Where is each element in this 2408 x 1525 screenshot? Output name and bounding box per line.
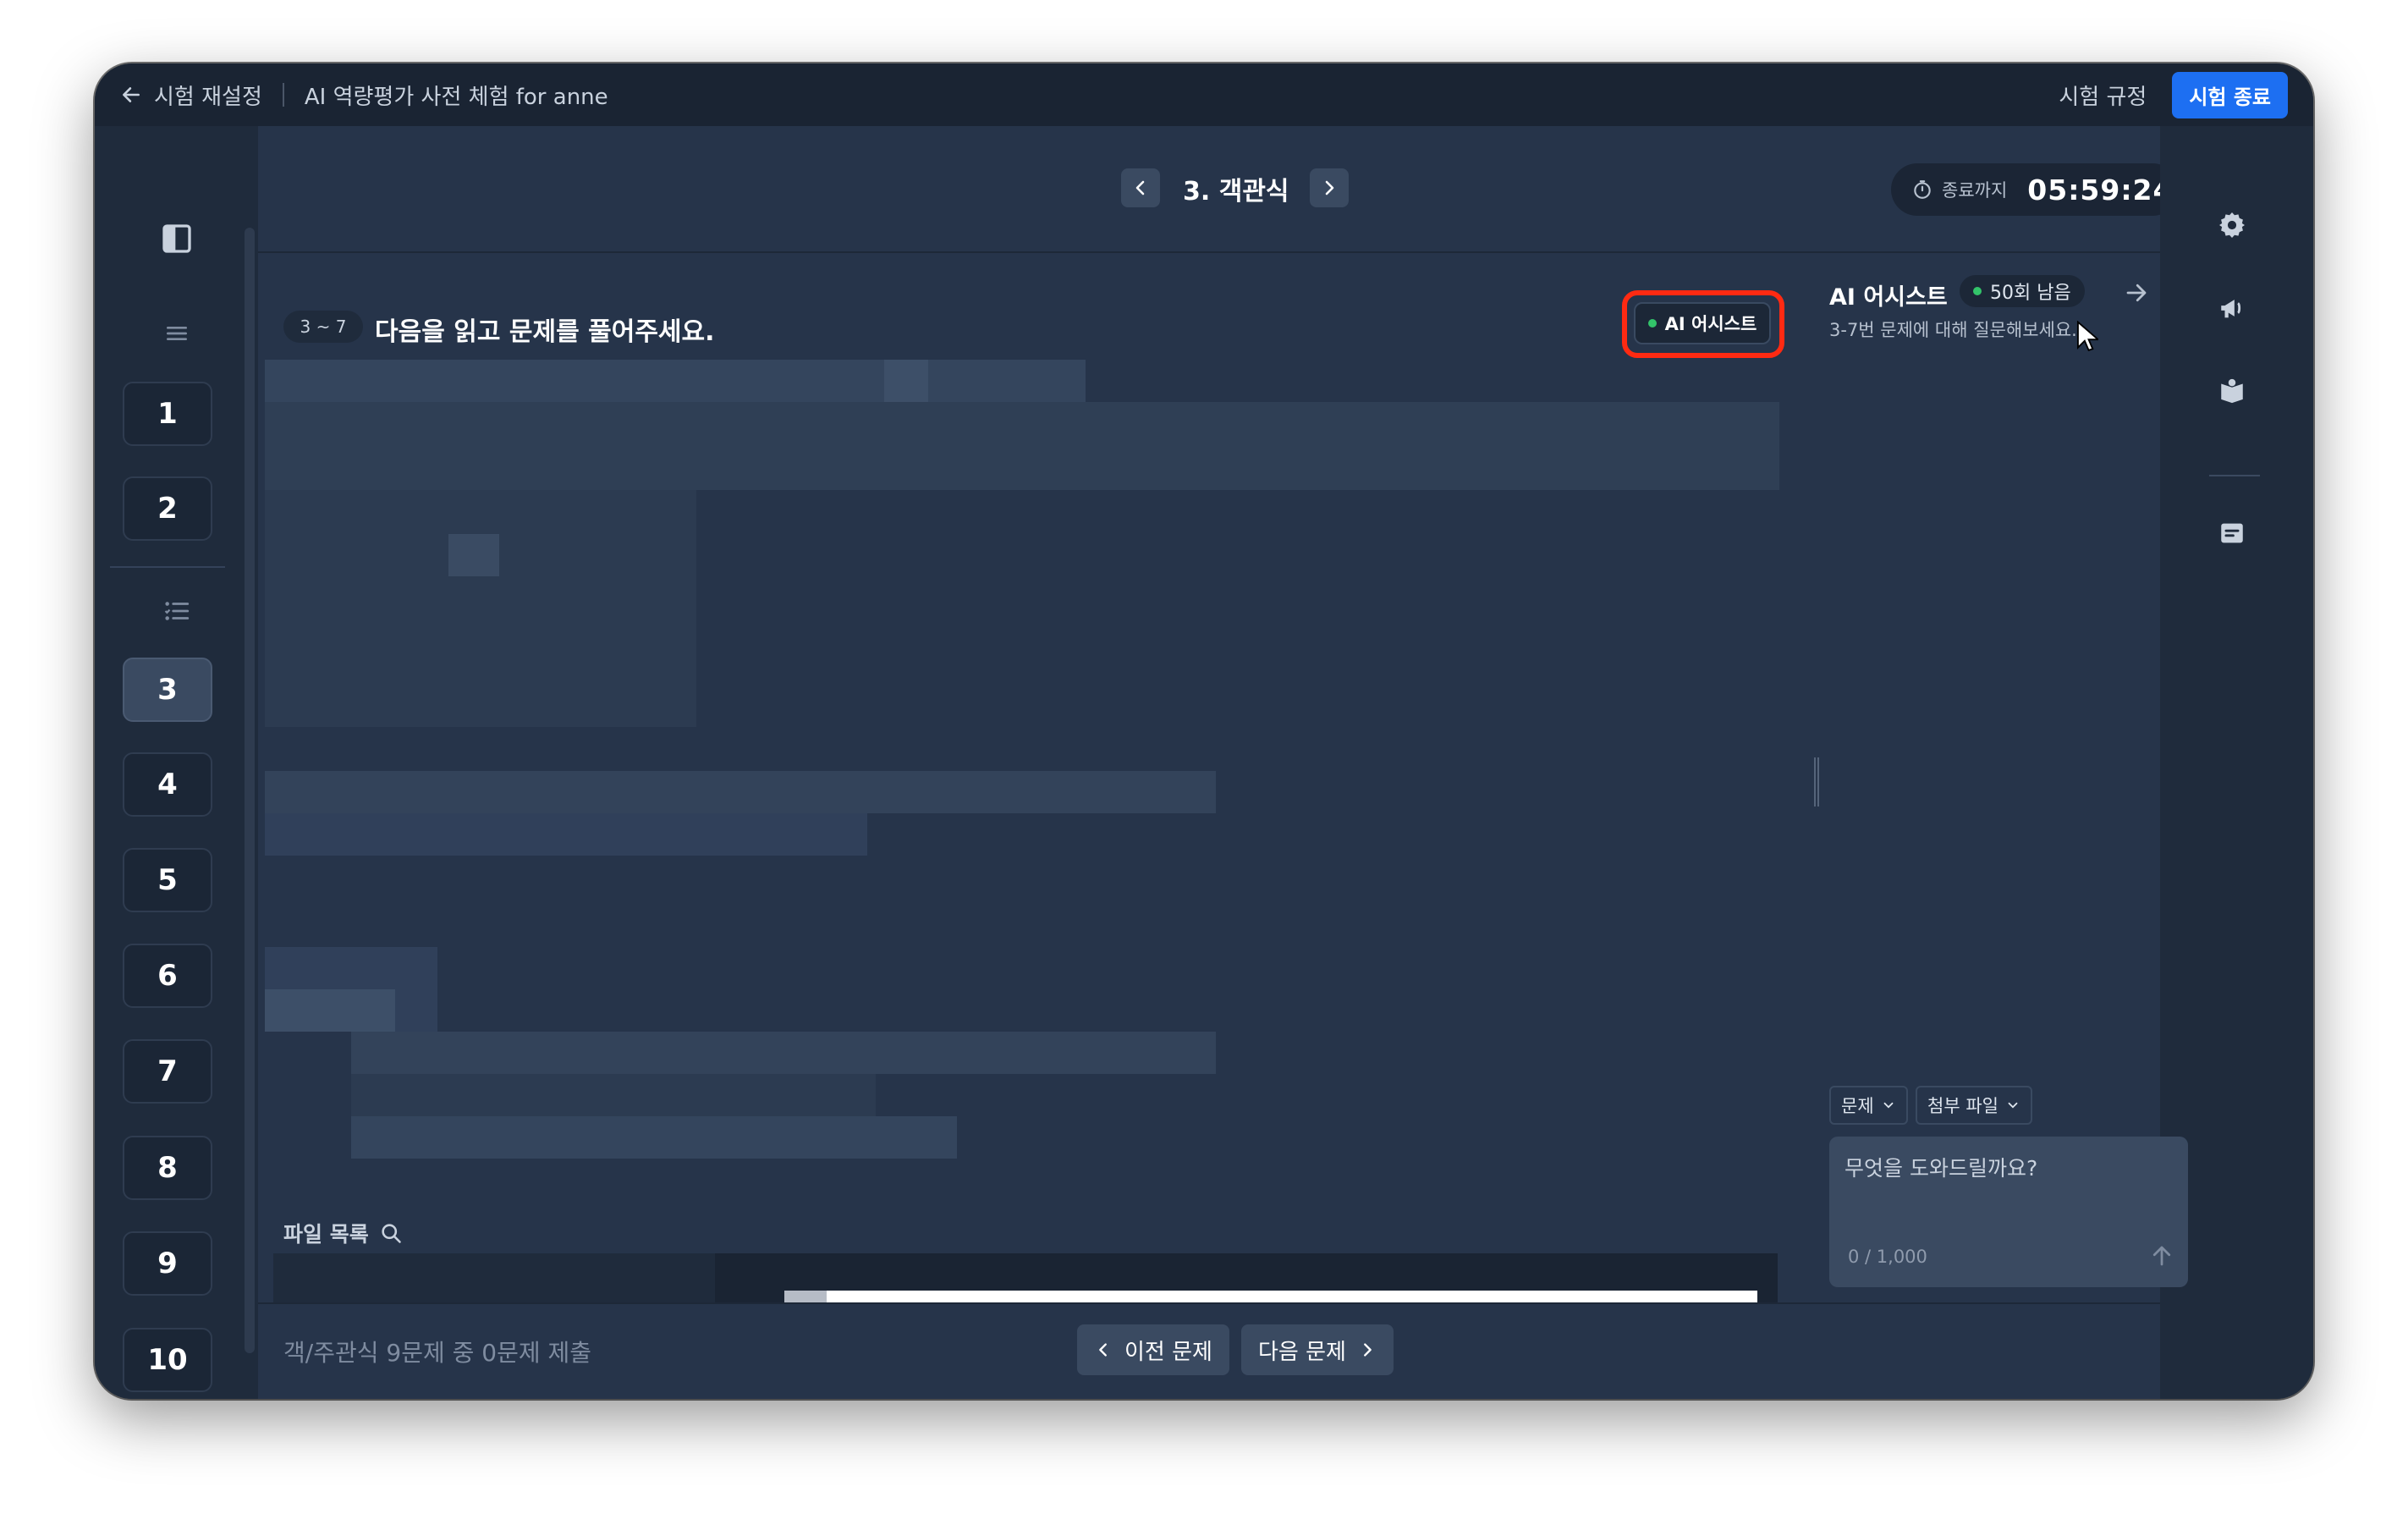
chevron-down-icon	[2008, 1102, 2018, 1109]
guide-book-icon[interactable]	[2213, 372, 2251, 410]
sidebar-toggle-icon[interactable]	[157, 219, 196, 258]
question-item-1[interactable]: 1	[123, 382, 212, 446]
arrow-left-icon	[123, 87, 140, 102]
chevron-down-icon	[1883, 1102, 1894, 1109]
arrow-right-icon[interactable]	[2124, 280, 2149, 306]
prev-question-arrow[interactable]	[1121, 168, 1160, 207]
question-header: 3. 객관식 종료까지 05:59:24	[258, 126, 2179, 253]
next-question-arrow[interactable]	[1310, 168, 1349, 207]
reset-exam-link[interactable]: 시험 재설정	[120, 80, 262, 111]
app-window: 시험 재설정 AI 역량평가 사전 체험 for anne 시험 규정 시험 종…	[95, 63, 2313, 1399]
question-sidebar: 1 2 3 4 5 6 7 8 9 10 11	[95, 126, 258, 1399]
chevron-left-icon	[1099, 1343, 1107, 1357]
countdown-timer: 종료까지 05:59:24	[1891, 163, 2179, 216]
timer-label: 종료까지	[1942, 180, 2008, 201]
question-instruction: 다음을 읽고 문제를 풀어주세요.	[375, 317, 715, 347]
question-content: 3 ~ 7 다음을 읽고 문제를 풀어주세요. AI 어시스트 파일 목록	[258, 255, 1791, 1302]
send-arrow-up-icon[interactable]	[2149, 1243, 2174, 1269]
ai-chat-input[interactable]: 무엇을 도와드릴까요? 0 / 1,000	[1829, 1137, 2188, 1287]
file-list-label: 파일 목록	[283, 1222, 369, 1247]
question-range-badge: 3 ~ 7	[283, 311, 363, 343]
sidebar-divider	[110, 566, 225, 568]
question-item-8[interactable]: 8	[123, 1136, 212, 1200]
question-item-9[interactable]: 9	[123, 1231, 212, 1296]
question-item-2[interactable]: 2	[123, 476, 212, 541]
timer-value: 05:59:24	[2027, 173, 2174, 206]
next-question-label: 다음 문제	[1258, 1339, 1346, 1365]
search-icon[interactable]	[379, 1221, 403, 1245]
chat-input-placeholder: 무엇을 도와드릴까요?	[1844, 1156, 2038, 1181]
question-scope-label: 문제	[1841, 1096, 1874, 1116]
status-dot	[1973, 287, 1982, 295]
ai-remaining-count: 50회 남음	[1990, 283, 2071, 304]
question-item-6[interactable]: 6	[123, 944, 212, 1008]
sidebar-scrollbar[interactable]	[245, 228, 255, 1353]
timer-icon	[1914, 180, 1931, 199]
mouse-cursor-icon	[2076, 321, 2098, 352]
submission-progress: 객/주관식 9문제 중 0문제 제출	[283, 1339, 592, 1367]
question-item-3[interactable]: 3	[123, 658, 212, 722]
rail-divider	[2209, 475, 2260, 476]
question-item-5[interactable]: 5	[123, 848, 212, 912]
question-scope-dropdown[interactable]: 문제	[1829, 1086, 1908, 1125]
attachment-label: 첨부 파일	[1927, 1096, 1998, 1116]
file-list-header: 파일 목록	[283, 1218, 403, 1248]
ai-panel-subtitle: 3-7번 문제에 대해 질문해보세요.	[1829, 320, 2077, 340]
question-item-7[interactable]: 7	[123, 1039, 212, 1104]
question-title: 3. 객관식	[1183, 177, 1289, 206]
reset-exam-label: 시험 재설정	[154, 84, 262, 110]
settings-gear-icon[interactable]	[2213, 206, 2251, 245]
prev-question-label: 이전 문제	[1124, 1339, 1212, 1365]
end-exam-button[interactable]: 시험 종료	[2172, 71, 2288, 118]
divider	[282, 83, 284, 107]
question-item-4[interactable]: 4	[123, 752, 212, 817]
chevron-left-icon	[1135, 180, 1145, 195]
character-count: 0 / 1,000	[1848, 1247, 1927, 1267]
next-question-button[interactable]: 다음 문제	[1241, 1324, 1394, 1375]
prev-question-button[interactable]: 이전 문제	[1077, 1324, 1229, 1375]
attachment-dropdown[interactable]: 첨부 파일	[1916, 1086, 2032, 1125]
chevron-right-icon	[1364, 1343, 1372, 1357]
ai-assist-panel: AI 어시스트 50회 남음 3-7번 문제에 대해 질문해보세요. 문제 첨부…	[1811, 255, 2188, 1302]
exam-title: AI 역량평가 사전 체험 for anne	[304, 84, 608, 110]
ai-remaining-badge: 50회 남음	[1960, 275, 2085, 307]
ai-assist-highlight-outline	[1622, 290, 1784, 358]
ai-panel-title: AI 어시스트	[1829, 284, 1948, 311]
chevron-right-icon	[1325, 180, 1334, 195]
megaphone-icon[interactable]	[2213, 289, 2251, 328]
question-item-10[interactable]: 10	[123, 1328, 212, 1392]
checklist-icon	[157, 592, 196, 630]
memo-icon[interactable]	[2213, 514, 2251, 553]
exam-rules-link[interactable]: 시험 규정	[2059, 80, 2147, 111]
top-bar: 시험 재설정 AI 역량평가 사전 체험 for anne 시험 규정 시험 종…	[95, 63, 2313, 126]
bottom-bar: 객/주관식 9문제 중 0문제 제출 이전 문제 다음 문제	[258, 1302, 2160, 1399]
menu-icon[interactable]	[157, 314, 196, 353]
